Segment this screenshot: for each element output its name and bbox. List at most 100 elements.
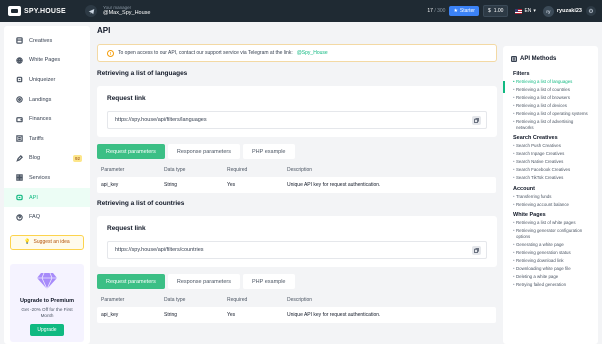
sidebar-item-services[interactable]: Services — [4, 168, 90, 188]
method-link[interactable]: Retrieving a list of browsers — [503, 95, 598, 101]
tab-php-example[interactable]: PHP example — [242, 274, 295, 289]
method-link[interactable]: Retrieving generator configuration optio… — [503, 228, 598, 239]
premium-description: Get -20% Off for the First Month — [21, 307, 73, 319]
cell-required: Yes — [227, 182, 236, 188]
tab-php-example[interactable]: PHP example — [242, 144, 295, 159]
sidebar-item-label: White Pages — [29, 57, 61, 64]
method-link[interactable]: Generating a white page — [503, 242, 598, 248]
tabs: Request parameters Response parameters P… — [97, 144, 497, 159]
sidebar-item-creatives[interactable]: Creatives — [4, 31, 90, 51]
sidebar-item-faq[interactable]: FAQ — [4, 207, 90, 227]
method-link[interactable]: Search Inpage Creatives — [503, 151, 598, 157]
sidebar-item-api[interactable]: API — [4, 187, 90, 208]
method-link[interactable]: Retrieving download link — [503, 258, 598, 264]
manager-info[interactable]: Your manager @Max_Spy_House — [103, 5, 150, 16]
api-methods-heading: API Methods — [503, 52, 598, 66]
table-header: Parameter Data type Required Description — [97, 293, 496, 307]
blog-count-badge: 92 — [72, 154, 82, 162]
manager-name: @Max_Spy_House — [103, 10, 151, 17]
sidebar-item-label: Landings — [29, 96, 52, 103]
sidebar-item-label: Finances — [29, 116, 52, 123]
gear-icon[interactable]: ⚙ — [586, 6, 596, 16]
white-pages-icon — [16, 57, 23, 64]
sidebar-item-landings[interactable]: Landings — [4, 90, 90, 110]
method-link[interactable]: Deleting a white page — [503, 274, 598, 280]
request-quota: 17 / 300 — [427, 8, 445, 14]
language-select[interactable]: EN ▾ — [512, 6, 538, 16]
logo-icon — [8, 6, 21, 16]
method-link[interactable]: Search Push Creatives — [503, 143, 598, 149]
flag-icon — [515, 8, 523, 14]
method-link[interactable]: Search TikTok Creatives — [503, 175, 598, 181]
language-label: EN — [524, 8, 532, 14]
sidebar: Creatives White Pages Uniqueizer Landing… — [4, 26, 90, 344]
method-link[interactable]: Transferring funds — [503, 194, 598, 200]
avatar: ry — [542, 5, 554, 17]
top-bar: SPY.HOUSE Your manager @Max_Spy_House 17… — [0, 0, 602, 22]
username: ryuzaki23 — [556, 8, 582, 14]
creatives-icon — [16, 37, 23, 45]
request-url-field[interactable]: https://spy.house/api/filters/languages — [107, 111, 487, 129]
plan-badge[interactable]: ★ Starter — [449, 6, 479, 16]
plan-label: Starter — [459, 8, 475, 14]
method-link[interactable]: Retrieving a list of languages — [503, 79, 598, 85]
column-header: Required — [227, 167, 248, 173]
request-link-label: Request link — [107, 225, 146, 232]
sidebar-item-tariffs[interactable]: Tariffs — [4, 129, 90, 149]
method-link[interactable]: Retrieving a list of devices — [503, 103, 598, 109]
tab-request-parameters[interactable]: Request parameters — [97, 274, 165, 289]
method-link[interactable]: Search Facebook Creatives — [503, 167, 598, 173]
sidebar-item-label: FAQ — [29, 214, 41, 221]
landings-icon — [16, 96, 23, 103]
column-header: Data type — [164, 167, 186, 173]
sidebar-item-label: Tariffs — [29, 135, 44, 142]
quota-max: / 300 — [434, 8, 446, 14]
copy-icon[interactable] — [472, 245, 481, 255]
tab-request-parameters[interactable]: Request parameters — [97, 144, 165, 159]
sidebar-item-uniqueizer[interactable]: Uniqueizer — [4, 70, 90, 90]
column-header: Data type — [164, 297, 186, 303]
method-link[interactable]: Retrieving generation status — [503, 250, 598, 256]
cell-parameter: api_key — [101, 312, 119, 318]
telegram-icon[interactable] — [85, 5, 97, 17]
method-link[interactable]: Search Native Creatives — [503, 159, 598, 165]
method-link[interactable]: Retrieving a list of countries — [503, 87, 598, 93]
method-link[interactable]: Retrieving a list of white pages — [503, 220, 598, 226]
logo[interactable]: SPY.HOUSE — [8, 6, 74, 16]
sidebar-item-blog[interactable]: Blog 92 — [4, 149, 90, 169]
column-header: Required — [227, 297, 248, 303]
cell-data-type: String — [164, 182, 178, 188]
request-link-card: Request link https://spy.house/api/filte… — [97, 216, 497, 267]
faq-icon — [16, 213, 23, 221]
request-url-field[interactable]: https://spy.house/api/filters/countries — [107, 241, 487, 259]
method-link[interactable]: Retrying failed generation — [503, 282, 598, 288]
sidebar-item-label: Blog — [29, 155, 41, 162]
suggest-idea-button[interactable]: 💡 Suggest an idea — [10, 234, 84, 250]
section-title: Retrieving a list of languages — [97, 70, 188, 77]
telegram-link[interactable]: @Spy_House — [297, 50, 328, 56]
method-link[interactable]: Retrieving a list of operating systems — [503, 111, 598, 117]
copy-icon[interactable] — [472, 115, 481, 125]
tab-response-parameters[interactable]: Response parameters — [167, 144, 240, 159]
notice-text: To open access to our API, contact our s… — [118, 50, 293, 56]
list-icon — [511, 56, 517, 62]
uniqueizer-icon — [16, 77, 23, 83]
tab-response-parameters[interactable]: Response parameters — [167, 274, 240, 289]
sidebar-item-white-pages[interactable]: White Pages — [4, 51, 90, 71]
balance-button[interactable]: $1.00 — [482, 5, 509, 17]
methods-group-title: White Pages — [513, 212, 546, 218]
api-access-notice: ! To open access to our API, contact our… — [97, 44, 497, 62]
lightbulb-icon: 💡 — [24, 239, 31, 246]
table-row: api_key String Yes Unique API key for re… — [97, 307, 496, 323]
upgrade-button[interactable]: Upgrade — [30, 324, 64, 337]
method-link[interactable]: Retrieving a list of advertising network… — [503, 119, 598, 130]
table-row: api_key String Yes Unique API key for re… — [97, 177, 496, 193]
method-link[interactable]: Downloading white page file — [503, 266, 598, 272]
sidebar-item-finances[interactable]: Finances — [4, 109, 90, 129]
quota-used: 17 — [427, 8, 433, 14]
methods-group-title: Search Creatives — [513, 135, 558, 141]
user-menu[interactable]: ry ryuzaki23 — [542, 5, 582, 17]
method-link[interactable]: Retrieving account balance — [503, 202, 598, 208]
request-url: https://spy.house/api/filters/languages — [115, 117, 207, 123]
methods-group-title: Account — [513, 185, 535, 192]
